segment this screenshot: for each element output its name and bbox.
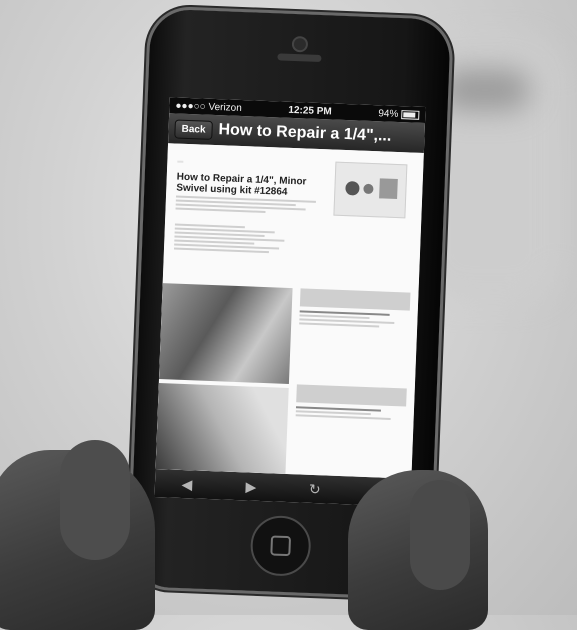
step-list — [295, 288, 411, 420]
battery-percent: 94% — [378, 107, 399, 120]
background-blur-dark — [440, 70, 530, 110]
article-heading: How to Repair a 1/4", Minor Swivel using… — [176, 171, 307, 198]
earpiece-speaker — [277, 53, 322, 63]
repair-photo-1 — [158, 283, 293, 385]
front-camera — [291, 35, 309, 53]
battery-icon — [401, 109, 420, 120]
battery-indicator: 94% — [378, 107, 420, 121]
left-thumb — [60, 440, 130, 560]
forward-arrow-icon[interactable]: ▶ — [241, 478, 262, 496]
phone-screen: ●●●○○ Verizon 12:25 PM 94% Back How to R… — [154, 97, 426, 507]
right-thumb — [410, 480, 470, 590]
repair-photo-2 — [155, 383, 289, 474]
article-text-block — [173, 222, 405, 259]
breadcrumb — [177, 160, 184, 163]
page-title: How to Repair a 1/4",... — [218, 121, 392, 145]
article-header: How to Repair a 1/4", Minor Swivel using… — [175, 150, 328, 216]
back-arrow-icon[interactable]: ◀ — [177, 475, 198, 493]
home-button[interactable] — [249, 514, 312, 577]
status-time: 12:25 PM — [288, 104, 332, 117]
web-content[interactable]: How to Repair a 1/4", Minor Swivel using… — [155, 143, 424, 479]
back-button[interactable]: Back — [174, 118, 213, 140]
carrier-label: ●●●○○ Verizon — [175, 99, 243, 114]
product-thumbnail[interactable] — [333, 161, 408, 219]
reload-icon[interactable]: ↻ — [305, 480, 326, 498]
